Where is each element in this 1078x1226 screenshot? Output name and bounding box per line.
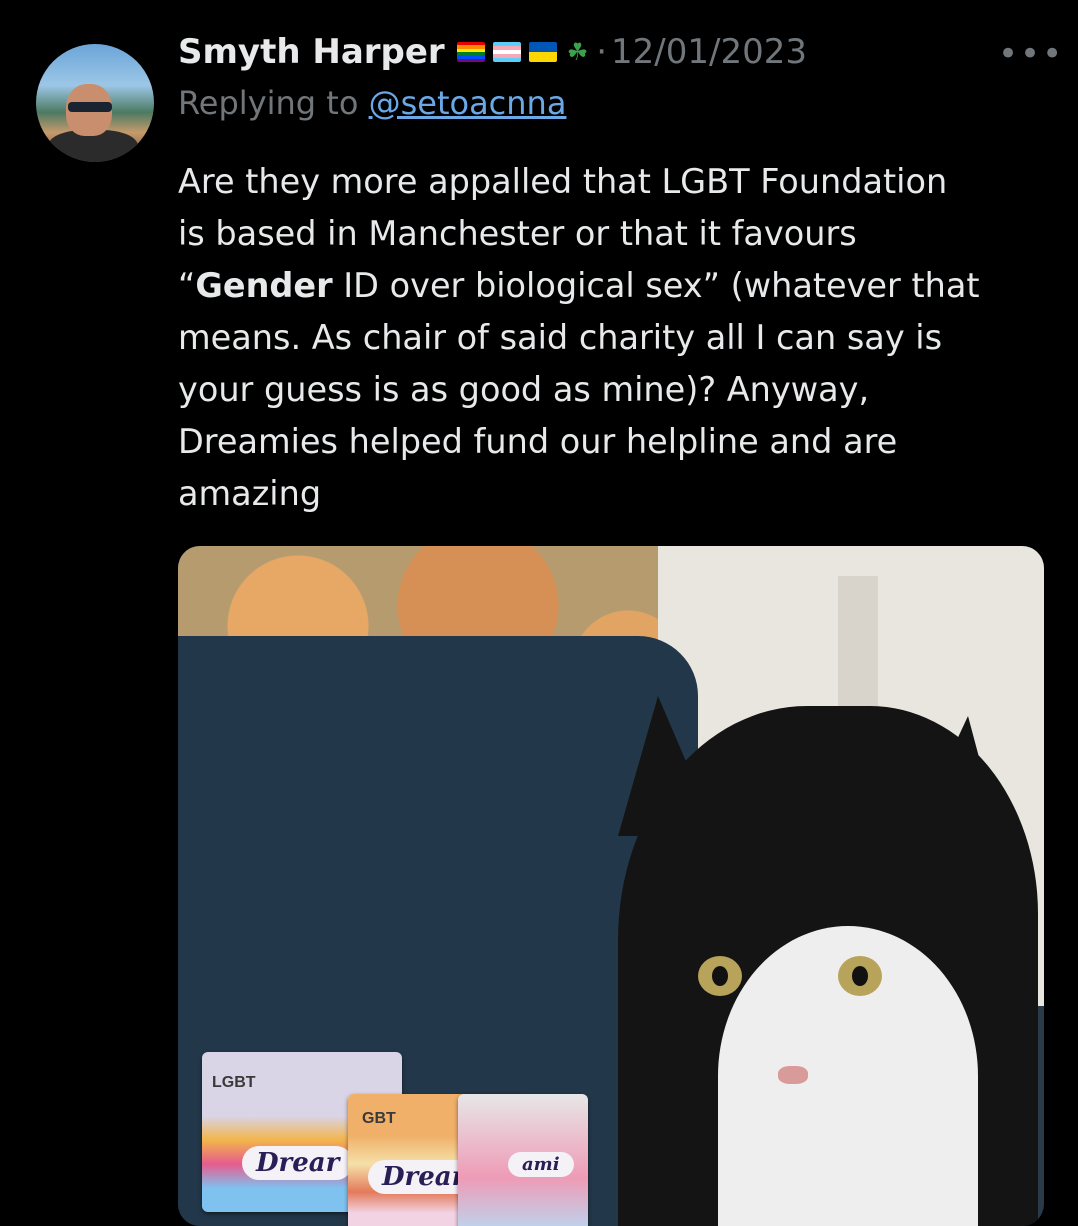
author-name[interactable]: Smyth Harper — [178, 32, 445, 72]
ukraine-flag-icon — [528, 42, 557, 62]
tweet-date[interactable]: 12/01/2023 — [611, 32, 807, 72]
tweet-text: Are they more appalled that LGBT Foundat… — [178, 156, 1058, 520]
tweet-text-line: Dreamies helped fund our helpline and ar… — [178, 422, 898, 461]
tweet-text-line: your guess is as good as mine)? Anyway, — [178, 370, 870, 409]
cat-nose — [778, 1066, 808, 1084]
tweet-text-line: is based in Manchester or that it favour… — [178, 214, 857, 253]
date-separator: · — [596, 32, 608, 72]
author-flags: ☘ — [456, 38, 589, 66]
tweet-text-line: Are they more appalled that LGBT Foundat… — [178, 162, 948, 201]
avatar-sunglasses — [68, 102, 112, 112]
treat-packet: ami — [458, 1094, 588, 1226]
tweet-text-line: means. As chair of said charity all I ca… — [178, 318, 943, 357]
replying-prefix: Replying to — [178, 84, 359, 122]
tweet-photo[interactable]: LGBT Drear GBT Dreamies ami — [178, 546, 1044, 1226]
cat-eye-left — [698, 956, 742, 996]
tweet-header: Smyth Harper ☘ · 12/01/2023 — [178, 28, 807, 76]
tweet-text-line: amazing — [178, 474, 322, 513]
more-options-icon[interactable]: ••• — [998, 34, 1064, 74]
packet-brand: GBT — [362, 1110, 396, 1127]
bold-text-segment: Gender — [195, 266, 333, 305]
cat-eye-right — [838, 956, 882, 996]
text-segment: ID over biological sex” (whatever that — [332, 266, 980, 305]
tweet-text-line: “Gender ID over biological sex” (whateve… — [178, 260, 1058, 312]
text-segment: “ — [178, 266, 196, 305]
rainbow-flag-icon — [456, 42, 485, 62]
packet-brand: LGBT — [212, 1074, 256, 1091]
packet-label: Drear — [242, 1146, 354, 1180]
replying-handle-link[interactable]: @setoacnna — [369, 84, 567, 122]
author-avatar[interactable] — [36, 44, 154, 162]
trans-flag-icon — [492, 42, 521, 62]
replying-to: Replying to @setoacnna — [178, 84, 566, 122]
shamrock-icon: ☘ — [566, 38, 589, 66]
packet-label: ami — [508, 1152, 574, 1177]
